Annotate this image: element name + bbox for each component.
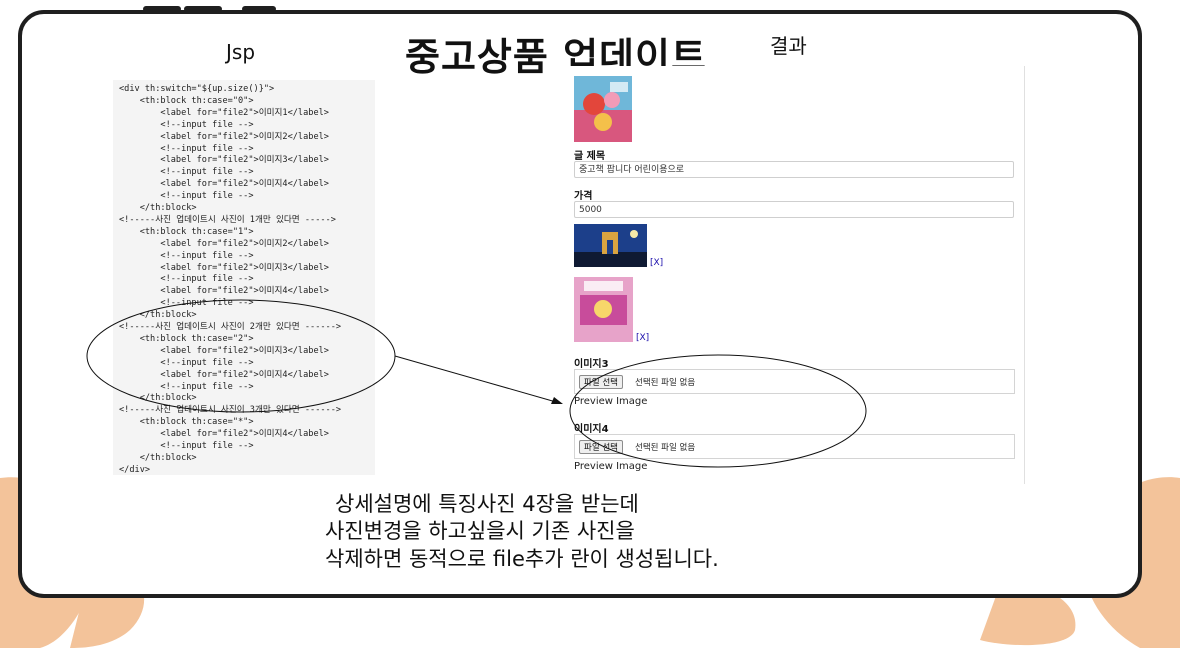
image4-preview-label: Preview Image — [574, 461, 648, 472]
code-line: <th:block th:case="2"> — [119, 333, 254, 344]
result-panel: 글 제목 중고책 팝니다 어린이용으로 가격 5000 [X] [X] 이미지3… — [566, 66, 1025, 484]
code-line: <!--input file --> — [119, 298, 254, 309]
title-input[interactable]: 중고책 팝니다 어린이용으로 — [574, 161, 1014, 178]
code-line: <!-----사진 업데이트시 사진이 1개만 있다면 -----> — [119, 214, 336, 225]
code-line: <label for="file2">이미지4</label> — [119, 179, 329, 190]
code-line: <th:block th:case="*"> — [119, 417, 254, 428]
code-line: <!--input file --> — [119, 191, 254, 202]
image3-label: 이미지3 — [574, 359, 609, 370]
image4-file-button[interactable]: 파일 선택 — [579, 440, 623, 454]
code-line: <label for="file2">이미지1</label> — [119, 107, 329, 118]
code-line: <!-----사진 업데이트시 사진이 2개만 있다면 ------> — [119, 322, 342, 332]
code-line: <div th:switch="${up.size()}"> — [119, 84, 275, 94]
code-line: <label for="file2">이미지2</label> — [119, 238, 329, 249]
product-image-thumbnail — [574, 76, 632, 142]
code-line: <!--input file --> — [119, 167, 254, 178]
code-line: <label for="file2">이미지4</label> — [119, 369, 329, 380]
image4-label: 이미지4 — [574, 424, 609, 435]
code-line: </th:block> — [119, 203, 197, 213]
image4-file-input[interactable]: 파일 선택 선택된 파일 없음 — [574, 434, 1015, 459]
result-label: 결과 — [770, 34, 807, 58]
code-line: </th:block> — [119, 452, 197, 463]
caption-line-1: 상세설명에 특징사진 4장을 받는데 — [335, 492, 639, 516]
code-line: <label for="file2">이미지4</label> — [119, 286, 329, 297]
title-label: 글 제목 — [574, 151, 606, 162]
code-line: <!--input file --> — [119, 143, 254, 154]
image4-file-status: 선택된 파일 없음 — [635, 443, 696, 453]
code-line: <!--input file --> — [119, 357, 254, 368]
price-input[interactable]: 5000 — [574, 201, 1014, 218]
code-line: <!--input file --> — [119, 274, 254, 285]
code-line: <label for="file2">이미지4</label> — [119, 429, 329, 440]
jsp-label: Jsp — [226, 40, 256, 64]
existing-image-2 — [574, 277, 633, 342]
code-line: <label for="file2">이미지3</label> — [119, 155, 329, 166]
code-panel: <div th:switch="${up.size()}"> <th:block… — [113, 80, 375, 475]
image3-file-button[interactable]: 파일 선택 — [579, 375, 623, 389]
caption-line-3: 삭제하면 동적으로 file추가 란이 생성됩니다. — [325, 547, 719, 571]
code-line: <label for="file2">이미지3</label> — [119, 345, 329, 356]
code-line: <!--input file --> — [119, 381, 254, 392]
code-line: <th:block th:case="0"> — [119, 95, 254, 106]
code-line: <label for="file2">이미지2</label> — [119, 131, 329, 142]
code-line: <!-----사진 업데이트시 사진이 3개만 있다면 ------> — [119, 405, 342, 416]
image3-file-status: 선택된 파일 없음 — [635, 378, 696, 388]
code-line: </div> — [119, 464, 151, 475]
image3-file-input[interactable]: 파일 선택 선택된 파일 없음 — [574, 369, 1015, 394]
code-line: <!--input file --> — [119, 119, 254, 130]
code-line: <!--input file --> — [119, 441, 254, 451]
image3-preview-label: Preview Image — [574, 396, 648, 407]
existing-image-1 — [574, 224, 647, 267]
code-line: </th:block> — [119, 310, 197, 321]
remove-image-2-link[interactable]: [X] — [636, 333, 649, 343]
price-label: 가격 — [574, 191, 593, 202]
code-line: <th:block th:case="1"> — [119, 226, 254, 237]
code-line: <label for="file2">이미지3</label> — [119, 262, 329, 273]
remove-image-1-link[interactable]: [X] — [650, 258, 663, 268]
code-line: <!--input file --> — [119, 250, 254, 261]
code-line: </th:block> — [119, 393, 197, 404]
caption-line-2: 사진변경을 하고싶을시 기존 사진을 — [325, 519, 635, 543]
